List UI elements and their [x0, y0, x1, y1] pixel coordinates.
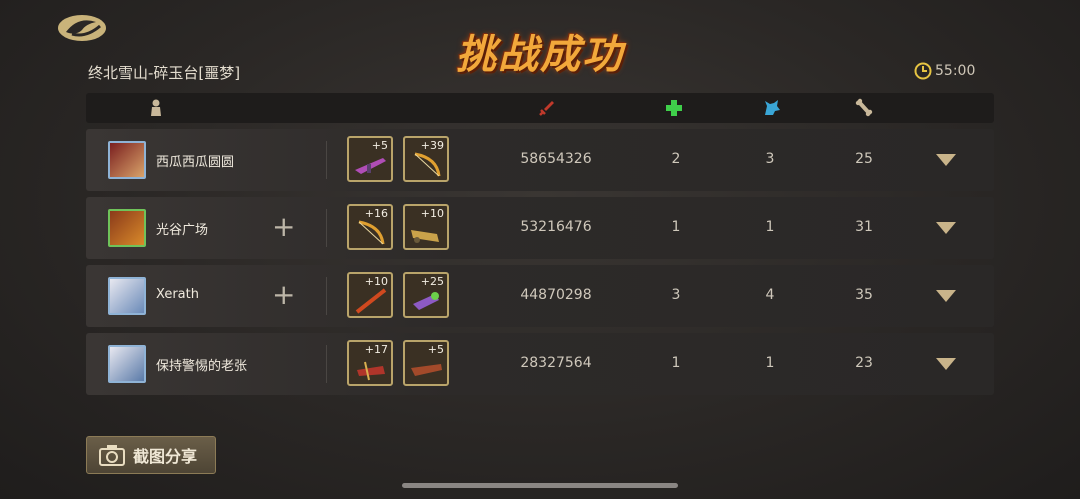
heal-count: 1 [671, 219, 681, 235]
screenshot-share-button[interactable]: 截图分享 [86, 436, 216, 474]
heal-count: 2 [671, 151, 681, 167]
spear-icon [355, 288, 387, 314]
weapon-level: +10 [420, 207, 444, 220]
weapon-level: +17 [364, 343, 388, 356]
timer: 55:00 [914, 62, 975, 80]
player-row: 西瓜西瓜圆圆 +5 +39 58654326 2 3 25 [86, 129, 994, 191]
avatar[interactable] [108, 209, 146, 247]
camera-icon [99, 445, 125, 466]
add-friend-button[interactable]: + [272, 281, 295, 309]
weapon-slot[interactable]: +17 [347, 340, 393, 386]
damage-value: 44870298 [520, 287, 592, 303]
player-name: 保持警惕的老张 [156, 359, 248, 374]
weapon-level: +5 [427, 343, 444, 356]
wolf-count: 3 [765, 151, 775, 167]
clock-icon [914, 62, 932, 80]
sword-icon [539, 101, 554, 116]
timer-value: 55:00 [935, 63, 976, 79]
wolf-count: 4 [765, 287, 775, 303]
home-indicator[interactable] [402, 483, 678, 488]
weapon-slot[interactable]: +25 [403, 272, 449, 318]
player-name: 光谷广场 [156, 223, 209, 238]
player-icon [151, 99, 161, 116]
avatar[interactable] [108, 345, 146, 383]
rifle-icon [355, 158, 386, 174]
expand-arrow-icon[interactable] [936, 222, 956, 234]
weapon-slot[interactable]: +10 [403, 204, 449, 250]
table-header [86, 93, 994, 123]
bone-count: 31 [855, 219, 873, 235]
player-name: 西瓜西瓜圆圆 [156, 155, 235, 170]
wolf-icon [765, 100, 780, 115]
divider [326, 277, 327, 315]
divider [326, 141, 327, 179]
player-row: Xerath + +10 +25 44870298 3 4 35 [86, 265, 994, 327]
gun-icon [411, 364, 442, 376]
damage-value: 53216476 [520, 219, 592, 235]
launcher-icon [413, 292, 439, 310]
bone-count: 23 [855, 355, 873, 371]
bow-icon [358, 220, 385, 245]
expand-arrow-icon[interactable] [936, 358, 956, 370]
weapon-slot[interactable]: +10 [347, 272, 393, 318]
heal-count: 3 [671, 287, 681, 303]
cannon-icon [411, 230, 439, 243]
player-row: 保持警惕的老张 +17 +5 28327564 1 1 23 [86, 333, 994, 395]
divider [326, 345, 327, 383]
divider [326, 209, 327, 247]
avatar[interactable] [108, 277, 146, 315]
weapon-level: +25 [420, 275, 444, 288]
bow-icon [414, 152, 441, 177]
bone-count: 35 [855, 287, 873, 303]
weapon-level: +10 [364, 275, 388, 288]
heal-cross-icon [666, 100, 682, 116]
damage-value: 28327564 [520, 355, 592, 371]
weapon-level: +5 [371, 139, 388, 152]
avatar[interactable] [108, 141, 146, 179]
add-friend-button[interactable]: + [272, 213, 295, 241]
heal-count: 1 [671, 355, 681, 371]
player-row: 光谷广场 + +16 +10 53216476 1 1 31 [86, 197, 994, 259]
weapon-slot[interactable]: +39 [403, 136, 449, 182]
wolf-count: 1 [765, 219, 775, 235]
weapon-level: +16 [364, 207, 388, 220]
wolf-count: 1 [765, 355, 775, 371]
expand-arrow-icon[interactable] [936, 290, 956, 302]
crossbow-icon [357, 361, 385, 381]
weapon-slot[interactable]: +5 [347, 136, 393, 182]
expand-arrow-icon[interactable] [936, 154, 956, 166]
bone-icon [855, 98, 873, 117]
share-label: 截图分享 [133, 447, 198, 466]
weapon-slot[interactable]: +16 [347, 204, 393, 250]
player-name: Xerath [156, 287, 199, 302]
stage-location: 终北雪山-碎玉台[噩梦] [88, 64, 241, 82]
bone-count: 25 [855, 151, 873, 167]
weapon-level: +39 [420, 139, 444, 152]
weapon-slot[interactable]: +5 [403, 340, 449, 386]
damage-value: 58654326 [520, 151, 592, 167]
